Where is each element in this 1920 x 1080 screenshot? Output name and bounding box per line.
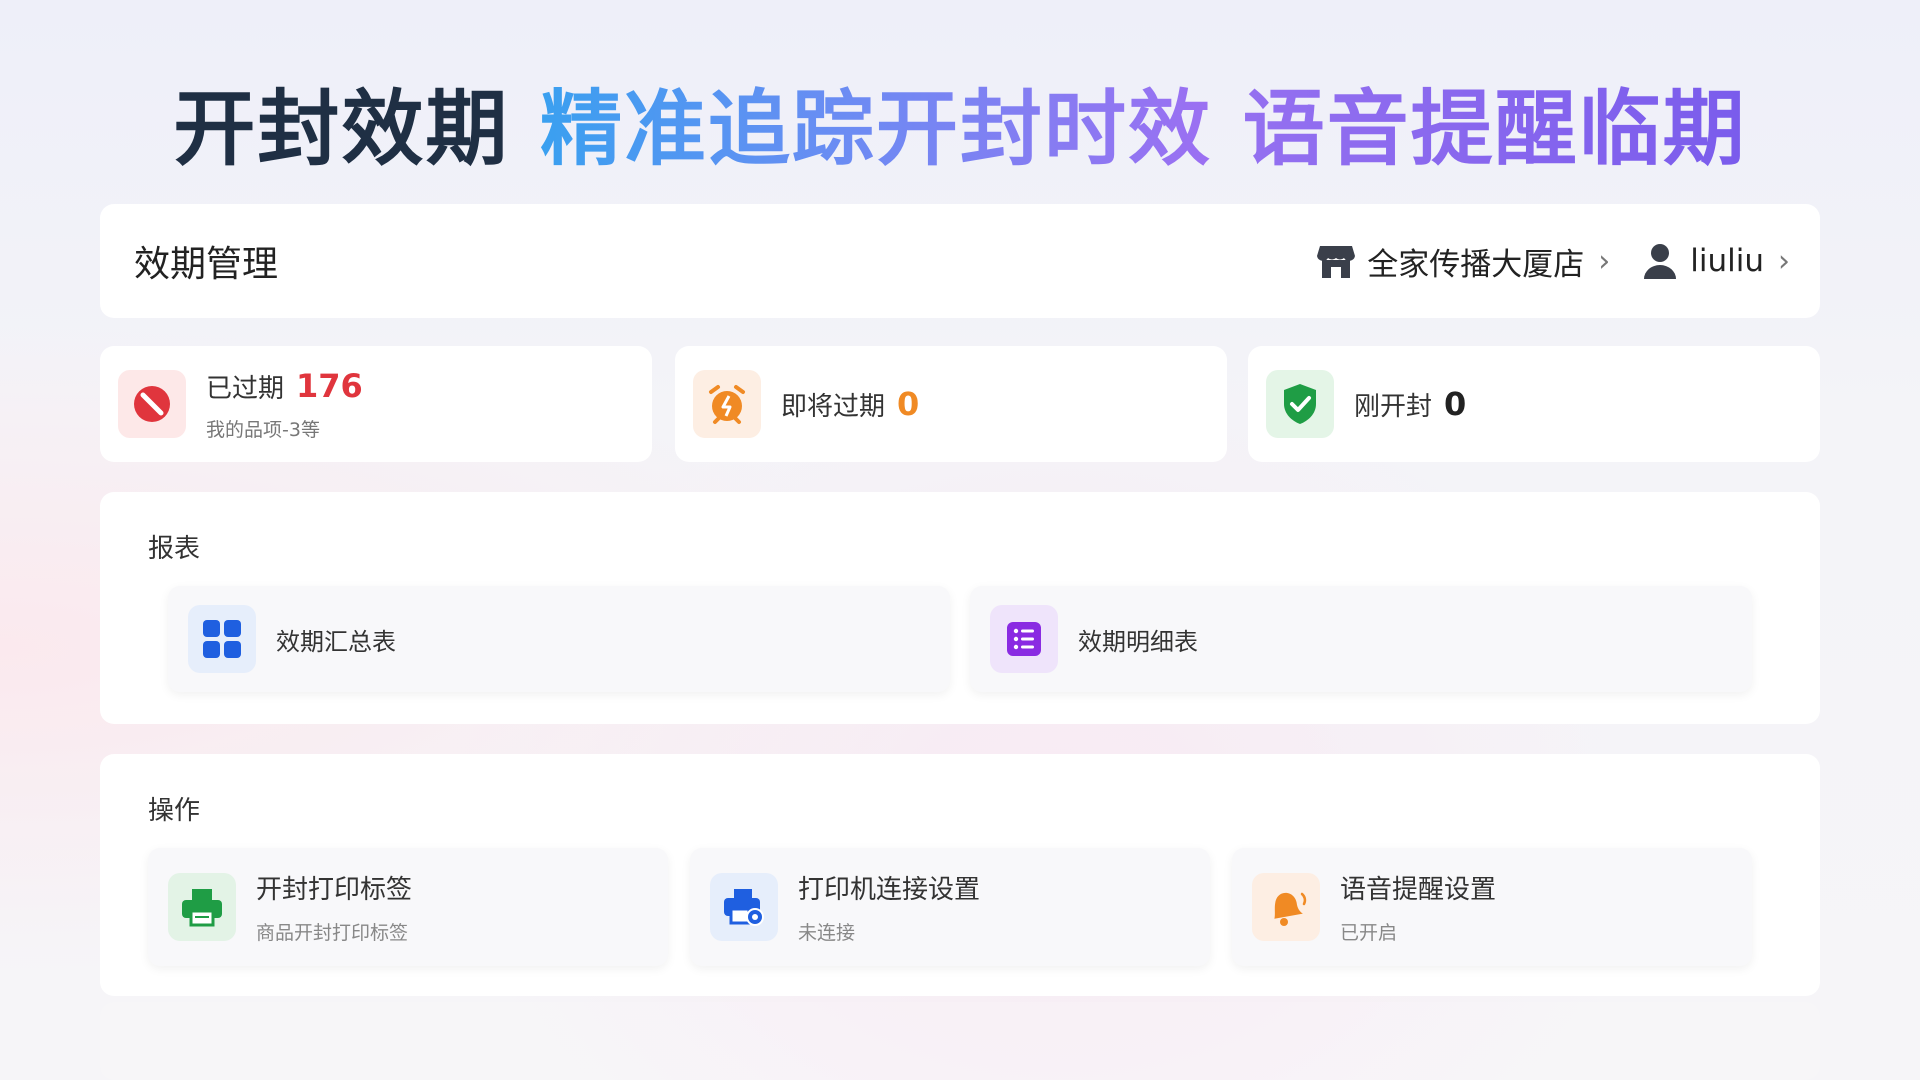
- section-title: 报表: [148, 534, 201, 564]
- list-icon: [990, 605, 1058, 673]
- stat-label: 刚开封: [1354, 392, 1433, 422]
- printer-icon: [168, 873, 236, 941]
- hero-part2: 精准追踪开封时效: [539, 82, 1212, 177]
- stat-expiring-card[interactable]: 即将过期 0: [675, 346, 1227, 462]
- report-summary-tile[interactable]: 效期汇总表: [168, 586, 950, 692]
- user-name: liuliu: [1690, 243, 1764, 279]
- grid-icon: [188, 605, 256, 673]
- reflection: [100, 1002, 1820, 1080]
- hero-part1: 开封效期: [173, 82, 510, 177]
- print-label-tile[interactable]: 开封打印标签 商品开封打印标签: [148, 848, 668, 966]
- chevron-right-icon: ›: [1598, 243, 1611, 279]
- reports-section: 报表 效期汇总表 效期明细表: [100, 492, 1820, 724]
- voice-reminder-tile[interactable]: 语音提醒设置 已开启: [1232, 848, 1752, 966]
- hero-part3: 语音提醒临期: [1242, 82, 1747, 177]
- tile-sub: 已开启: [1340, 922, 1398, 944]
- stat-sub: 我的品项-3等: [206, 418, 320, 441]
- stat-value: 0: [897, 385, 920, 423]
- stat-expired-card[interactable]: 已过期 176 我的品项-3等: [100, 346, 652, 462]
- chevron-right-icon: ›: [1778, 243, 1790, 279]
- header-bar: 效期管理 全家传播大厦店 › liuliu ›: [100, 204, 1820, 318]
- hero-headline: 开封效期 精准追踪开封时效 语音提醒临期: [0, 62, 1920, 181]
- page-title: 效期管理: [134, 244, 279, 285]
- tile-sub: 未连接: [798, 922, 856, 944]
- user-selector[interactable]: liuliu ›: [1640, 241, 1790, 281]
- tile-name: 效期汇总表: [276, 627, 396, 656]
- bell-icon: [1252, 873, 1320, 941]
- stat-opened-card[interactable]: 刚开封 0: [1248, 346, 1820, 462]
- tile-name: 开封打印标签: [256, 875, 413, 905]
- tile-name: 效期明细表: [1078, 627, 1198, 656]
- stat-label: 已过期: [206, 373, 285, 404]
- printer-settings-tile[interactable]: 打印机连接设置 未连接: [690, 848, 1210, 966]
- printer-settings-icon: [710, 873, 778, 941]
- report-detail-tile[interactable]: 效期明细表: [970, 586, 1752, 692]
- store-selector[interactable]: 全家传播大厦店 ›: [1315, 239, 1610, 284]
- alarm-clock-icon: [693, 370, 761, 438]
- store-icon: [1317, 246, 1356, 278]
- shield-check-icon: [1266, 370, 1334, 438]
- operations-section: 操作 开封打印标签 商品开封打印标签 打印机连接设置 未连接 语音提醒设置 已开…: [100, 754, 1820, 996]
- user-icon: [1644, 244, 1677, 279]
- tile-sub: 商品开封打印标签: [256, 922, 409, 944]
- tile-name: 语音提醒设置: [1340, 875, 1497, 905]
- stat-label: 即将过期: [781, 392, 886, 422]
- ban-icon: [118, 370, 186, 438]
- store-name: 全家传播大厦店: [1367, 246, 1585, 283]
- tile-name: 打印机连接设置: [798, 875, 981, 905]
- stat-value: 176: [296, 366, 363, 405]
- stat-value: 0: [1444, 385, 1467, 423]
- section-title: 操作: [148, 796, 201, 826]
